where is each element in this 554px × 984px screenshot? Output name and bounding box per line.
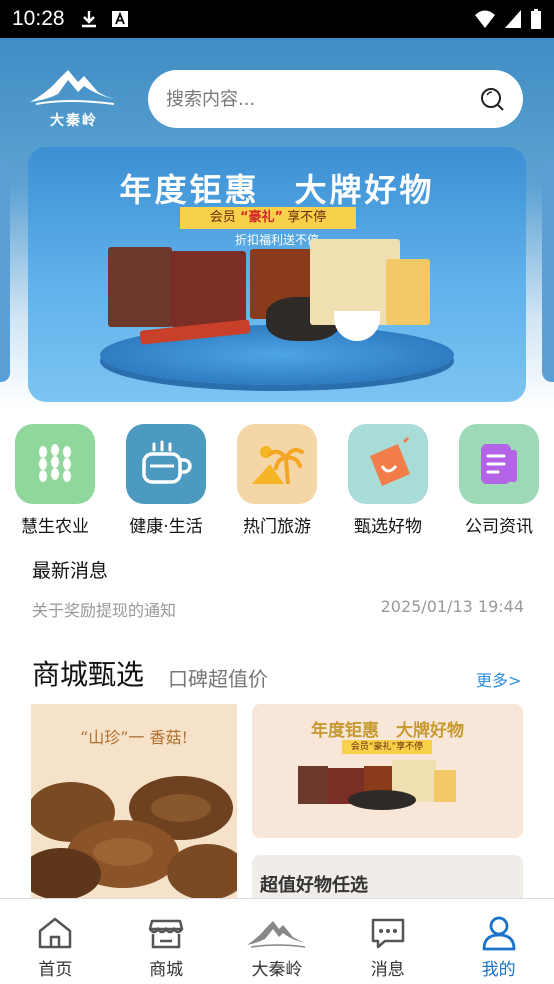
tab-label: 大秦岭 [251, 960, 303, 980]
tab-label: 首页 [38, 960, 73, 980]
category-label: 慧生农业 [21, 517, 89, 537]
mall-section-title: 商城甄选 [32, 658, 145, 691]
download-icon [81, 11, 96, 28]
banner-tag-highlight: “豪礼” [239, 210, 284, 225]
search-input[interactable] [166, 88, 479, 110]
store-icon [148, 919, 184, 949]
wheat-icon [39, 444, 71, 482]
product-box-1 [108, 247, 172, 327]
bottom-tab-bar: 首页 商城 大秦岭 消息 我的 [0, 898, 554, 984]
status-bar: 10:28 [0, 0, 554, 38]
banner-next-peek[interactable] [542, 160, 554, 382]
news-item[interactable]: 关于奖励提现的通知 2025/01/13 19:44 [32, 597, 524, 621]
tab-home[interactable]: 首页 [0, 899, 111, 984]
category-tile [126, 424, 206, 504]
news-item-text: 关于奖励提现的通知 [32, 601, 177, 620]
category-tile [348, 424, 428, 504]
category-company-news[interactable]: 公司资讯 [449, 424, 549, 537]
category-tile [237, 424, 317, 504]
banner-prev-peek[interactable] [0, 160, 10, 382]
product-box-2 [170, 251, 246, 327]
tab-daqinling[interactable]: 大秦岭 [222, 899, 333, 984]
shopping-bag-icon [370, 436, 410, 486]
category-tile [15, 424, 95, 504]
status-time: 10:28 [12, 7, 65, 30]
home-icon [39, 917, 72, 949]
search-icon[interactable] [479, 86, 505, 112]
mall-more-link[interactable]: 更多> [476, 667, 521, 691]
product-box-5 [386, 259, 430, 325]
promo-banner[interactable]: 年度钜惠 大牌好物 会员 “豪礼” 享不停 折扣福利送不停 [28, 147, 526, 402]
message-icon [371, 918, 405, 949]
category-travel[interactable]: 热门旅游 [227, 424, 327, 537]
text-a-icon [111, 11, 128, 27]
wifi-icon [475, 10, 495, 28]
banner-tag-suffix: 享不停 [287, 210, 327, 225]
product-card-promo[interactable]: 年度钜惠 大牌好物 会员“豪礼”享不停 [252, 704, 523, 838]
coffee-cup-icon [142, 440, 192, 484]
search-bar[interactable] [148, 70, 523, 128]
tab-label: 商城 [149, 960, 184, 980]
logo-text: 大秦岭 [50, 113, 98, 129]
battery-icon [531, 9, 541, 29]
category-label: 热门旅游 [243, 517, 311, 537]
newspaper-icon [481, 444, 517, 484]
promo-products-image [298, 760, 456, 810]
deals-card-title: 超值好物任选 [260, 875, 368, 896]
palm-tree-icon [252, 446, 304, 485]
app-logo[interactable]: 大秦岭 [28, 62, 120, 132]
category-selected-goods[interactable]: 甄选好物 [338, 424, 438, 537]
category-label: 甄选好物 [354, 517, 422, 537]
tab-mall[interactable]: 商城 [111, 899, 222, 984]
tab-label: 我的 [481, 960, 516, 980]
banner-subtitle: 折扣福利送不停 [234, 233, 319, 247]
banner-tag: 会员 “豪礼” 享不停 [180, 207, 356, 229]
banner-title: 年度钜惠 大牌好物 [119, 171, 435, 209]
mushroom-image [31, 776, 237, 898]
product-card-mushroom[interactable]: “山珍”一 香菇! [31, 704, 237, 898]
category-tile [459, 424, 539, 504]
user-icon [482, 916, 515, 951]
tab-messages[interactable]: 消息 [332, 899, 443, 984]
category-label: 公司资讯 [465, 517, 533, 537]
mountain-logo-icon [30, 70, 118, 105]
mountain-logo-icon [246, 921, 307, 948]
category-grid: 慧生农业 健康·生活 热门旅游 甄选好物 公司资讯 [0, 424, 554, 544]
news-section-title: 最新消息 [32, 560, 109, 582]
banner-tag-prefix: 会员 [209, 210, 236, 225]
signal-icon [505, 10, 521, 28]
tab-mine[interactable]: 我的 [443, 899, 554, 984]
category-health-life[interactable]: 健康·生活 [116, 424, 216, 537]
tab-label: 消息 [370, 960, 405, 980]
mall-section-subtitle: 口碑超值价 [168, 667, 268, 691]
news-item-time: 2025/01/13 19:44 [380, 597, 524, 616]
category-agriculture[interactable]: 慧生农业 [5, 424, 105, 537]
category-label: 健康·生活 [129, 517, 203, 537]
